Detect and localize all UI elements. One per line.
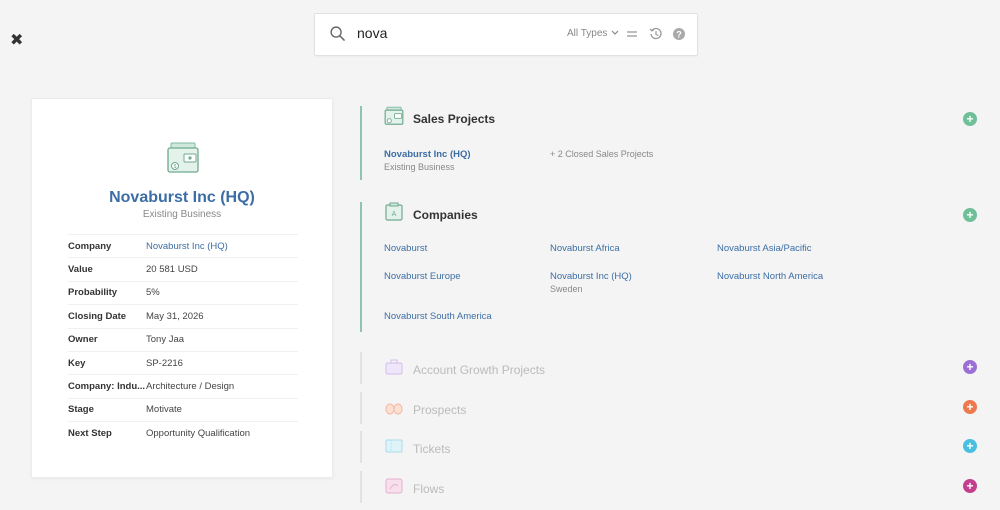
field-value: 20 581 USD xyxy=(146,257,298,282)
sales-projects-title: Sales Projects xyxy=(413,111,496,126)
section-prospects: Prospects + xyxy=(360,392,980,424)
companies-title: Companies xyxy=(413,207,478,222)
section-sales-projects: Sales Projects + Novaburst Inc (HQ) Exis… xyxy=(360,106,980,180)
company-item[interactable]: Novaburst Africa xyxy=(550,243,620,254)
field-row: Stage Motivate xyxy=(68,397,298,422)
field-row: Value 20 581 USD xyxy=(68,257,298,282)
search-input[interactable] xyxy=(357,25,547,41)
field-key: Company xyxy=(68,233,146,258)
company-link[interactable]: Novaburst Africa xyxy=(550,243,620,254)
ticket-icon xyxy=(384,436,404,461)
record-card: $ Novaburst Inc (HQ) Existing Business C… xyxy=(31,98,333,478)
company-link[interactable]: Novaburst Europe xyxy=(384,271,461,282)
company-link[interactable]: Novaburst Inc (HQ) xyxy=(550,271,632,282)
company-sub: Sweden xyxy=(550,284,583,294)
section-title: Account Growth Projects xyxy=(413,362,546,377)
sales-project-sub: Existing Business xyxy=(384,162,455,172)
field-row: Key SP-2216 xyxy=(68,350,298,375)
company-link[interactable]: Novaburst North America xyxy=(717,271,823,282)
field-row: Company: Indu... Architecture / Design xyxy=(68,374,298,399)
add-prospects-button[interactable]: + xyxy=(963,400,977,414)
section-title: Tickets xyxy=(413,441,451,456)
company-link[interactable]: Novaburst Asia/Pacific xyxy=(717,243,812,254)
svg-text:$: $ xyxy=(174,164,177,170)
closed-sales-projects-link[interactable]: + 2 Closed Sales Projects xyxy=(550,149,653,159)
field-key: Closing Date xyxy=(68,304,146,329)
company-link[interactable]: Novaburst xyxy=(384,243,427,254)
record-title: Novaburst Inc (HQ) xyxy=(109,189,255,206)
sales-project-item[interactable]: Novaburst Inc (HQ) Existing Business xyxy=(384,149,471,172)
company-item[interactable]: Novaburst Asia/Pacific xyxy=(717,243,812,254)
field-key: Value xyxy=(68,257,146,282)
company-item[interactable]: Novaburst Inc (HQ) Sweden xyxy=(550,271,632,294)
company-item[interactable]: Novaburst South America xyxy=(384,311,492,322)
field-value: May 31, 2026 xyxy=(146,304,298,329)
add-account-growth-projects-button[interactable]: + xyxy=(963,360,977,374)
field-value: 5% xyxy=(146,280,298,305)
company-item[interactable]: Novaburst North America xyxy=(717,271,823,282)
field-key: Key xyxy=(68,350,146,375)
help-icon[interactable]: ? xyxy=(672,27,686,46)
sales-projects-icon xyxy=(384,106,404,131)
section-tickets: Tickets + xyxy=(360,431,980,463)
svg-text:A: A xyxy=(392,211,397,218)
companies-icon: A xyxy=(384,202,404,227)
record-subtitle: Existing Business xyxy=(142,209,222,220)
search-bar: All Types ? xyxy=(314,13,698,56)
section-title: Prospects xyxy=(413,402,467,417)
equals-icon[interactable] xyxy=(626,27,638,46)
field-row: Next Step Opportunity Qualification xyxy=(68,421,298,446)
sales-project-icon: $ xyxy=(166,141,200,180)
add-flows-button[interactable]: + xyxy=(963,479,977,493)
field-key: Probability xyxy=(68,280,146,305)
company-link[interactable]: Novaburst South America xyxy=(384,311,492,322)
company-item[interactable]: Novaburst xyxy=(384,243,427,254)
close-icon[interactable]: ✖ xyxy=(10,30,23,50)
field-row: Company Novaburst Inc (HQ) xyxy=(68,233,298,258)
briefcase-icon xyxy=(384,357,404,382)
types-label: All Types xyxy=(567,28,608,39)
field-key: Next Step xyxy=(68,421,146,446)
svg-text:?: ? xyxy=(676,30,682,40)
chevron-down-icon xyxy=(611,28,619,39)
field-value: SP-2216 xyxy=(146,350,298,375)
add-sales-project-button[interactable]: + xyxy=(963,112,977,126)
company-item[interactable]: Novaburst Europe xyxy=(384,271,461,282)
add-company-button[interactable]: + xyxy=(963,208,977,222)
field-row: Owner Tony Jaa xyxy=(68,327,298,352)
field-row: Probability 5% xyxy=(68,280,298,305)
section-title: Flows xyxy=(413,481,445,496)
field-value: Opportunity Qualification xyxy=(146,421,298,446)
section-companies: A Companies + Novaburst Novaburst Africa N… xyxy=(360,202,980,332)
types-dropdown[interactable]: All Types xyxy=(567,28,619,39)
field-value: Architecture / Design xyxy=(146,374,298,399)
field-key: Stage xyxy=(68,397,146,422)
history-icon[interactable] xyxy=(649,27,663,46)
record-fields-table: Company Novaburst Inc (HQ) Value 20 581 USD… xyxy=(68,233,298,446)
flow-icon xyxy=(384,476,404,501)
field-key: Owner xyxy=(68,327,146,352)
add-tickets-button[interactable]: + xyxy=(963,439,977,453)
field-value: Motivate xyxy=(146,397,298,422)
binoculars-icon xyxy=(384,397,404,422)
field-value: Tony Jaa xyxy=(146,327,298,352)
section-account-growth-projects: Account Growth Projects + xyxy=(360,352,980,384)
search-icon xyxy=(330,26,345,46)
field-value-link[interactable]: Novaburst Inc (HQ) xyxy=(146,233,298,258)
section-flows: Flows + xyxy=(360,471,980,503)
field-key: Company: Indu... xyxy=(68,374,146,399)
sales-project-link[interactable]: Novaburst Inc (HQ) xyxy=(384,149,471,160)
field-row: Closing Date May 31, 2026 xyxy=(68,304,298,329)
